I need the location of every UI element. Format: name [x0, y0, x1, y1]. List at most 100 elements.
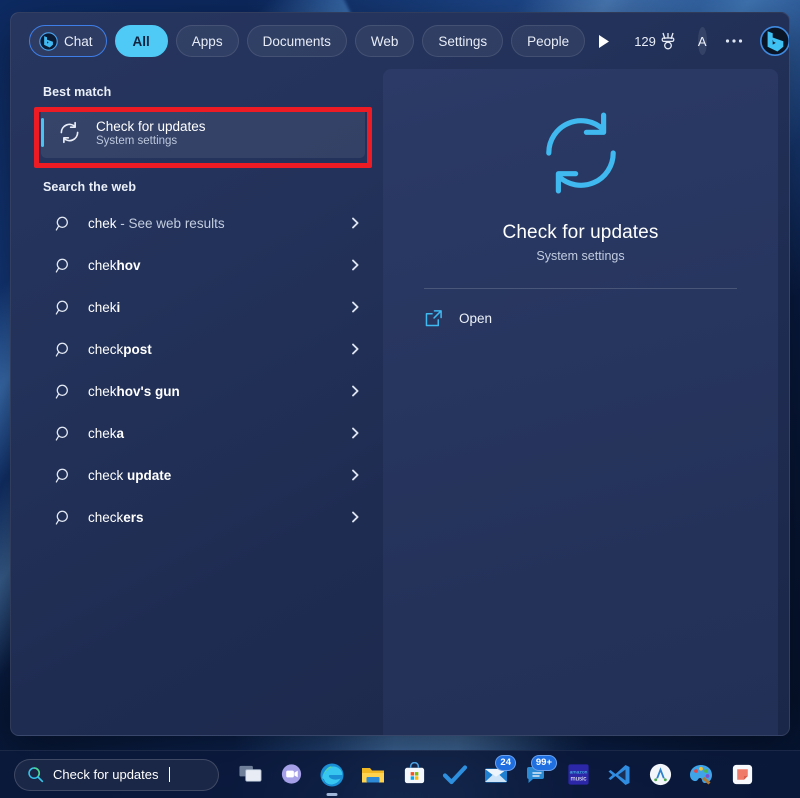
web-suggestion-item[interactable]: chek - See web results: [41, 202, 371, 244]
best-match-section: Check for updates System settings: [29, 107, 378, 158]
chevron-right-icon: [349, 469, 361, 481]
search-icon: [55, 299, 72, 316]
sync-refresh-icon: [57, 120, 82, 145]
app-store-icon: [648, 762, 673, 787]
bing-icon: [759, 25, 790, 57]
web-suggestions-list: chek - See web results chekhov cheki checkp…: [29, 202, 378, 538]
more-tabs-button[interactable]: [597, 26, 610, 56]
best-match-subtitle: System settings: [96, 135, 206, 147]
tab-all[interactable]: All: [115, 25, 168, 57]
tab-apps[interactable]: Apps: [176, 25, 239, 57]
taskbar-item-amazon-music[interactable]: amazon music: [561, 758, 595, 792]
best-match-texts: Check for updates System settings: [96, 119, 206, 147]
messaging-badge: 99+: [531, 755, 557, 771]
chevron-right-icon: [349, 511, 361, 523]
web-suggestion-label: check update: [88, 468, 333, 483]
sticky-notes-icon: [730, 762, 755, 787]
web-suggestion-item[interactable]: chekhov's gun: [41, 370, 371, 412]
web-suggestion-label: checkpost: [88, 342, 333, 357]
tab-web-label: Web: [371, 34, 399, 49]
rewards-indicator[interactable]: 129: [634, 32, 676, 50]
vs-code-icon: [606, 762, 632, 788]
tab-people[interactable]: People: [511, 25, 585, 57]
running-indicator: [327, 793, 338, 796]
best-match-result-item[interactable]: Check for updates System settings: [41, 107, 365, 158]
preview-open-label: Open: [459, 311, 492, 326]
preview-content: Check for updates System settings: [383, 69, 778, 263]
taskbar-item-task-view[interactable]: [233, 758, 267, 792]
mail-badge: 24: [495, 755, 516, 771]
microsoft-edge-icon: [319, 762, 345, 788]
more-options-button[interactable]: [725, 27, 743, 55]
search-panel-body: Best match Check for updates System sett…: [11, 69, 789, 736]
text-cursor: [169, 767, 170, 782]
tab-chat-label: Chat: [64, 34, 93, 49]
todo-checkmark-icon: [442, 762, 468, 788]
best-match-section-label: Best match: [29, 69, 378, 107]
preview-divider: [424, 288, 737, 289]
tab-settings[interactable]: Settings: [422, 25, 503, 57]
preview-open-action[interactable]: Open: [424, 300, 737, 336]
taskbar-icon-tray: 24 99+ amazon music: [233, 758, 759, 792]
search-icon: [55, 509, 72, 526]
svg-text:music: music: [570, 775, 586, 782]
microsoft-store-icon: [402, 762, 427, 787]
search-icon: [55, 341, 72, 358]
web-suggestion-item[interactable]: checkers: [41, 496, 371, 538]
tab-all-label: All: [133, 34, 150, 49]
taskbar-item-chat[interactable]: [274, 758, 308, 792]
taskbar-item-microsoft-store[interactable]: [397, 758, 431, 792]
tab-chat[interactable]: Chat: [29, 25, 107, 57]
tab-people-label: People: [527, 34, 569, 49]
web-suggestion-item[interactable]: cheka: [41, 412, 371, 454]
search-icon: [55, 215, 72, 232]
taskbar-item-messaging[interactable]: 99+: [520, 758, 554, 792]
web-suggestion-item[interactable]: checkpost: [41, 328, 371, 370]
taskbar-item-sticky-notes[interactable]: [725, 758, 759, 792]
ellipsis-icon: [725, 38, 743, 44]
search-icon: [55, 383, 72, 400]
tab-documents[interactable]: Documents: [247, 25, 347, 57]
search-the-web-section-label: Search the web: [29, 158, 378, 202]
taskbar-search-value: Check for updates: [53, 767, 159, 782]
tab-apps-label: Apps: [192, 34, 223, 49]
search-icon-colored: [27, 766, 44, 783]
web-suggestion-item[interactable]: chekhov: [41, 244, 371, 286]
taskbar-item-paint[interactable]: [684, 758, 718, 792]
web-suggestion-item[interactable]: check update: [41, 454, 371, 496]
web-suggestion-label: checkers: [88, 510, 333, 525]
chat-teams-icon: [279, 762, 304, 787]
task-view-icon: [238, 762, 263, 787]
web-suggestion-label: cheka: [88, 426, 333, 441]
file-explorer-icon: [360, 762, 386, 788]
amazon-music-icon: amazon music: [566, 762, 591, 787]
bing-chat-icon: [39, 32, 58, 51]
search-filter-tabbar: Chat All Apps Documents Web Settings Peo…: [11, 13, 789, 69]
sync-refresh-icon: [535, 107, 627, 199]
taskbar-item-todo[interactable]: [438, 758, 472, 792]
taskbar-search-box[interactable]: Check for updates: [14, 759, 219, 791]
bing-button[interactable]: [759, 24, 790, 58]
account-button[interactable]: A: [698, 27, 707, 55]
taskbar-item-mail[interactable]: 24: [479, 758, 513, 792]
tab-settings-label: Settings: [438, 34, 487, 49]
tab-documents-label: Documents: [263, 34, 331, 49]
web-suggestion-label: chek - See web results: [88, 216, 333, 231]
taskbar-item-vs-code[interactable]: [602, 758, 636, 792]
chevron-right-icon: [349, 427, 361, 439]
taskbar-item-app-store[interactable]: [643, 758, 677, 792]
search-results-column: Best match Check for updates System sett…: [11, 69, 378, 736]
web-suggestion-label: chekhov's gun: [88, 384, 333, 399]
chevron-right-icon: [349, 301, 361, 313]
web-suggestion-label: chekhov: [88, 258, 333, 273]
taskbar-item-file-explorer[interactable]: [356, 758, 390, 792]
play-arrow-icon: [597, 34, 610, 49]
web-suggestion-item[interactable]: cheki: [41, 286, 371, 328]
tab-web[interactable]: Web: [355, 25, 415, 57]
taskbar-item-edge[interactable]: [315, 758, 349, 792]
windows-taskbar: Check for updates: [0, 750, 800, 798]
medal-icon: [660, 32, 676, 50]
chevron-right-icon: [349, 385, 361, 397]
search-icon: [55, 467, 72, 484]
web-suggestion-label: cheki: [88, 300, 333, 315]
